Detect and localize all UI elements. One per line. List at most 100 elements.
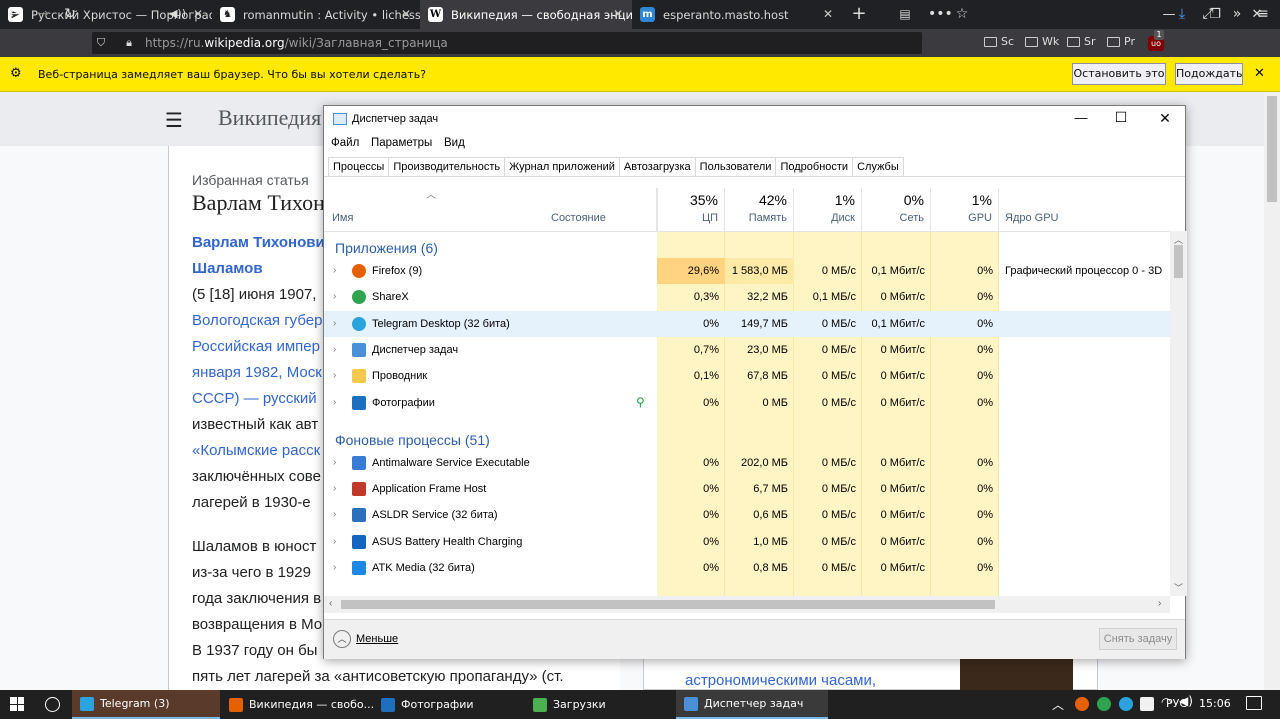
tab-services[interactable]: Службы	[852, 157, 904, 177]
close-tab-icon[interactable]: ✕	[398, 6, 414, 22]
article-link[interactable]: Вологодская губер	[192, 312, 322, 329]
expand-chevron-icon[interactable]: ›	[333, 529, 336, 555]
expand-chevron-icon[interactable]: ›	[333, 502, 336, 528]
expand-chevron-icon[interactable]: ›	[333, 555, 336, 581]
process-row[interactable]: › Диспетчер задач 0,7% 23,0 МБ 0 МБ/с 0 Мбит/…	[324, 337, 1170, 363]
close-tab-icon[interactable]: ✕	[190, 6, 206, 22]
taskbar-item[interactable]: Википедия — свобо...	[221, 690, 374, 719]
article-image[interactable]	[960, 658, 1073, 690]
tab-processes[interactable]: Процессы	[328, 157, 390, 177]
process-row[interactable]: › ATK Media (32 бита) 0% 0,8 МБ 0 МБ/с 0 Мбит…	[324, 555, 1170, 581]
reload-icon[interactable]: ↻	[59, 3, 81, 25]
taskbar-item[interactable]: Загрузки	[525, 690, 676, 719]
tab-users[interactable]: Пользователи	[694, 157, 777, 177]
hamburger-menu-icon[interactable]: ≡	[1252, 3, 1274, 25]
fullscreen-icon[interactable]: ⤢	[1198, 3, 1218, 25]
back-icon[interactable]: ←	[4, 3, 26, 25]
process-row[interactable]: › Проводник 0,1% 67,8 МБ 0 МБ/с 0 Мбит/с 0%	[324, 363, 1170, 389]
maximize-icon[interactable]: ☐	[1106, 109, 1136, 126]
expand-chevron-icon[interactable]: ›	[333, 337, 336, 363]
column-status[interactable]: Состояние	[545, 188, 657, 231]
close-tab-icon[interactable]: ✕	[820, 6, 836, 22]
expand-chevron-icon[interactable]: ›	[333, 476, 336, 502]
browser-tab-2[interactable]: ♞ romanmutin : Activity • lichess.org ✕	[212, 0, 420, 29]
collapse-chevron-icon[interactable]: ︿	[333, 630, 351, 648]
overflow-chevron-icon[interactable]: »	[1227, 3, 1247, 25]
end-task-button[interactable]: Снять задачу	[1099, 628, 1177, 650]
close-tab-icon[interactable]: ✕	[610, 6, 626, 22]
notifications-icon[interactable]	[1246, 696, 1262, 710]
scroll-left-icon[interactable]: ‹	[329, 598, 332, 609]
taskbar-item[interactable]: Диспетчер задач	[676, 690, 828, 719]
menu-file[interactable]: Файл	[331, 137, 359, 149]
expand-chevron-icon[interactable]: ›	[333, 311, 336, 337]
browser-tab-4[interactable]: m esperanto.masto.host ✕	[632, 0, 842, 29]
speaker-icon[interactable]: ◀))	[169, 7, 186, 20]
vertical-scrollbar[interactable]: ︿ ﹀	[1170, 231, 1187, 596]
article-link[interactable]: СССР) — русский	[192, 390, 317, 407]
process-group-header[interactable]: Приложения (6)	[335, 240, 438, 256]
wait-button[interactable]: Подождать	[1175, 63, 1243, 85]
column-disk[interactable]: 1% Диск	[794, 188, 862, 231]
horizontal-scrollbar-thumb[interactable]	[341, 600, 995, 609]
reader-view-icon[interactable]: ▤	[895, 3, 915, 25]
column-memory[interactable]: 42% Память	[725, 188, 794, 231]
close-icon[interactable]: ✕	[1150, 110, 1180, 127]
tray-overflow-icon[interactable]: ︿	[1052, 696, 1064, 713]
wiki-logo-text[interactable]: Википедия	[218, 105, 321, 131]
telegram-tray-icon[interactable]	[1119, 697, 1133, 711]
taskbar-item[interactable]: Фотографии	[373, 690, 524, 719]
process-row[interactable]: › ASLDR Service (32 бита) 0% 0,6 МБ 0 МБ/с 0 …	[324, 502, 1170, 528]
article-link[interactable]: астрономическими часами,	[685, 672, 876, 689]
url-text[interactable]: https://ru.wikipedia.org/wiki/Заглавная_…	[145, 35, 448, 51]
new-tab-button[interactable]: +	[848, 3, 870, 25]
process-row[interactable]: › Antimalware Service Executable 0% 202,0 М…	[324, 450, 1170, 476]
lock-icon[interactable]: 🔒︎	[121, 32, 137, 54]
bookmark-sc[interactable]: Sc	[984, 35, 1014, 48]
scroll-right-icon[interactable]: ›	[1158, 598, 1161, 609]
article-link[interactable]: «Колымские расск	[192, 442, 320, 459]
expand-chevron-icon[interactable]: ›	[333, 450, 336, 476]
column-gpu-engine[interactable]: Ядро GPU	[999, 188, 1170, 231]
bookmark-wk[interactable]: Wk	[1025, 35, 1059, 48]
battery-icon[interactable]	[1140, 697, 1154, 711]
bookmark-sr[interactable]: Sr	[1067, 35, 1096, 48]
clock[interactable]: 15:06	[1199, 697, 1231, 710]
column-cpu[interactable]: 35% ЦП	[657, 188, 725, 231]
article-subject-link[interactable]: Варлам Тихонович	[192, 234, 333, 251]
search-icon[interactable]	[45, 697, 60, 712]
taskbar-item[interactable]: Telegram (3)	[72, 690, 220, 719]
menu-options[interactable]: Параметры	[371, 137, 432, 149]
horizontal-scrollbar[interactable]: ‹ ›	[324, 596, 1170, 613]
tab-performance[interactable]: Производительность	[388, 157, 506, 177]
expand-chevron-icon[interactable]: ›	[333, 258, 336, 284]
column-network[interactable]: 0% Сеть	[862, 188, 931, 231]
sharex-tray-icon[interactable]	[1097, 697, 1111, 711]
expand-chevron-icon[interactable]: ›	[333, 284, 336, 310]
article-link[interactable]: января 1982, Моск	[192, 364, 322, 381]
tab-app-history[interactable]: Журнал приложений	[504, 157, 620, 177]
minimize-icon[interactable]: —	[1066, 110, 1096, 125]
windows-start-icon[interactable]	[10, 697, 24, 711]
fewer-details-link[interactable]: Меньше	[356, 633, 398, 645]
process-row[interactable]: › ASUS Battery Health Charging 0% 1,0 МБ 0 М…	[324, 529, 1170, 555]
close-warning-icon[interactable]: ✕	[1254, 66, 1265, 81]
stop-script-button[interactable]: Остановить это	[1072, 63, 1166, 85]
process-group-header[interactable]: Фоновые процессы (51)	[335, 432, 490, 448]
forward-icon[interactable]: →	[32, 3, 54, 25]
page-scrollbar-thumb[interactable]	[1267, 96, 1277, 202]
shield-icon[interactable]: ⛉	[92, 32, 110, 54]
bookmark-pr[interactable]: Pr	[1107, 35, 1135, 48]
article-link[interactable]: Российская импер	[192, 338, 320, 355]
wiki-menu-icon[interactable]: ☰	[165, 108, 183, 132]
expand-chevron-icon[interactable]: ›	[333, 363, 336, 389]
firefox-tray-icon[interactable]	[1075, 697, 1089, 711]
process-row[interactable]: › ShareX 0,3% 32,2 МБ 0,1 МБ/с 0 Мбит/с 0%	[324, 284, 1170, 310]
expand-chevron-icon[interactable]: ›	[333, 390, 336, 416]
process-row[interactable]: › Application Frame Host 0% 6,7 МБ 0 МБ/с 0 М…	[324, 476, 1170, 502]
download-icon[interactable]: ⤓	[1172, 3, 1192, 25]
language-indicator[interactable]: РУС	[1166, 697, 1187, 710]
menu-view[interactable]: Вид	[444, 137, 465, 149]
vertical-scrollbar-thumb[interactable]	[1174, 245, 1183, 278]
process-row[interactable]: › Firefox (9) 29,6% 1 583,0 МБ 0 МБ/с 0,1 Мби…	[324, 258, 1170, 284]
